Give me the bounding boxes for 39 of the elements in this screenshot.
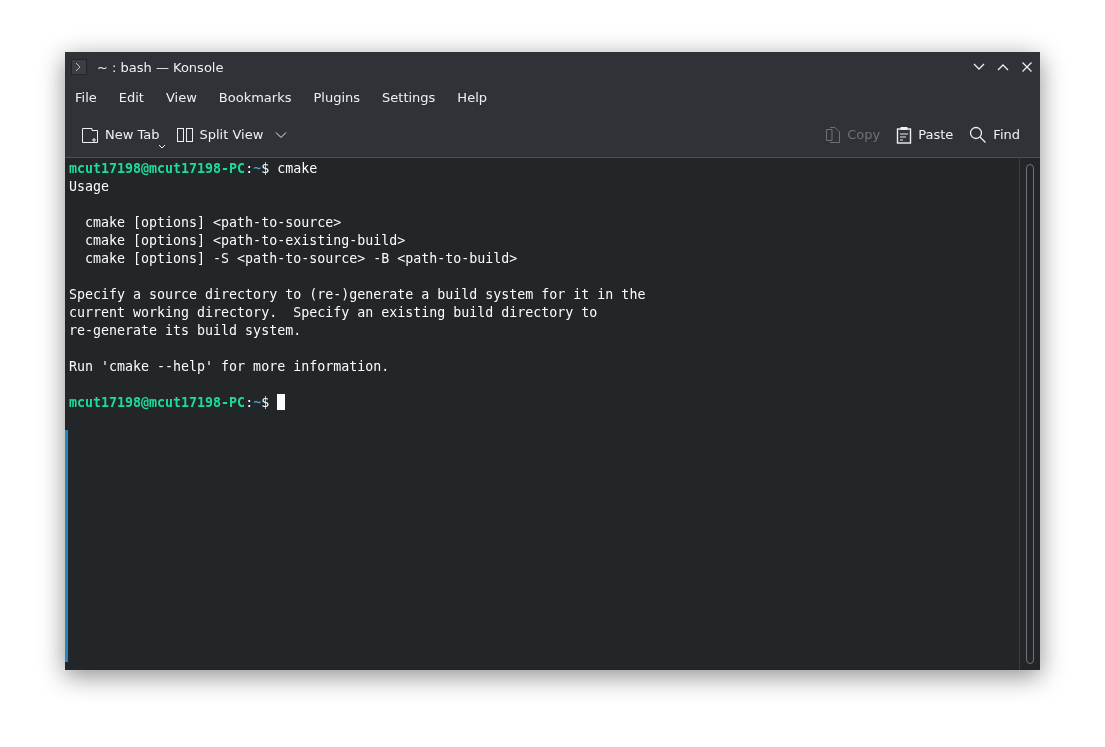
output-line: re-generate its build system. (69, 323, 302, 338)
menu-item[interactable]: Edit (113, 89, 154, 105)
search-icon (969, 125, 988, 144)
output-line: cmake [options] <path-to-existing-build> (84, 233, 406, 248)
new-tab-icon (81, 125, 99, 144)
menu-item[interactable]: Settings (377, 89, 446, 105)
new-tab-button[interactable]: New Tab (75, 121, 166, 148)
split-view-button[interactable]: Split View (169, 121, 294, 148)
output-line: current working directory. Specify an existing build directory to (69, 305, 598, 320)
output-line: cmake [options] -S <path-to-source> -B <path-to-build> (84, 251, 518, 266)
output-line: cmake [options] <path-to-source> (84, 215, 342, 230)
menu-item[interactable]: View (160, 89, 207, 105)
output-line: Specify a source directory to (re-)generate a build system for it in the (69, 287, 646, 302)
paste-button[interactable]: Paste (890, 121, 960, 148)
menu-item[interactable]: Plugins (308, 89, 371, 105)
prompt-separator: : (245, 161, 254, 176)
menu-item[interactable]: Bookmarks (213, 89, 302, 105)
copy-icon (825, 125, 842, 144)
menu-item[interactable]: Help (452, 89, 497, 105)
caret-icon (157, 143, 166, 149)
close-icon[interactable] (1020, 60, 1034, 74)
menu-item[interactable]: File (70, 89, 107, 105)
terminal-app-icon (71, 59, 87, 75)
prompt-path: ~ (253, 161, 262, 176)
prompt-symbol: $ (261, 395, 270, 410)
prompt-user-host: mcut17198@mcut17198-PC (69, 161, 246, 176)
window-title: ~ : bash — Konsole (97, 59, 225, 75)
prompt-symbol: $ (261, 161, 270, 176)
prompt-path: ~ (253, 395, 262, 410)
paste-icon (896, 125, 913, 144)
terminal-area[interactable] (65, 158, 1040, 670)
caret-icon (275, 130, 288, 139)
prompt-separator: : (245, 395, 254, 410)
split-view-icon (175, 125, 194, 144)
prompt-user-host: mcut17198@mcut17198-PC (69, 395, 246, 410)
output-line: Run 'cmake --help' for more information. (69, 359, 390, 374)
find-button[interactable]: Find (963, 121, 1026, 148)
output-line: Usage (69, 179, 110, 194)
command-text: cmake (277, 161, 318, 176)
